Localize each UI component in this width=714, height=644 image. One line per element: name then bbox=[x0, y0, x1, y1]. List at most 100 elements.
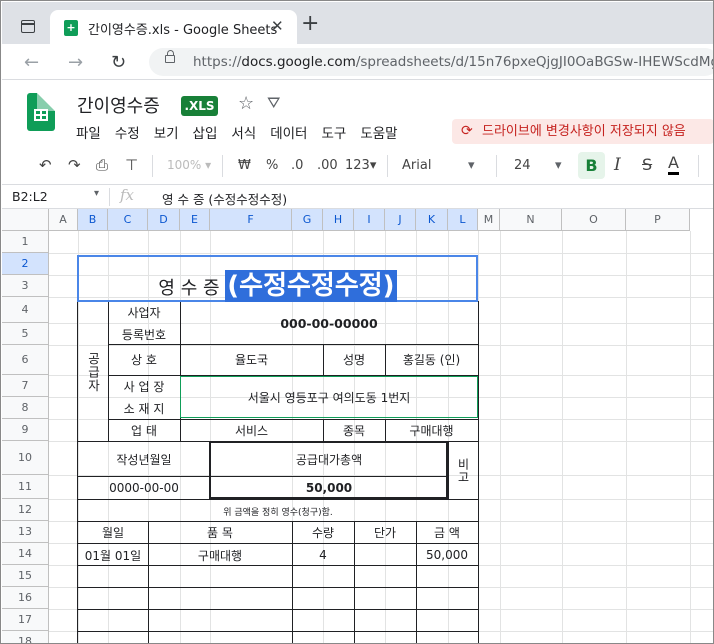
font-size-dropdown-icon[interactable]: ▾ bbox=[555, 158, 562, 173]
document-title[interactable]: 간이영수증 bbox=[77, 92, 160, 118]
column-header-k[interactable]: K bbox=[416, 209, 448, 231]
column-header-g[interactable]: G bbox=[292, 209, 323, 231]
font-size-select[interactable]: 24 bbox=[514, 158, 531, 173]
back-icon[interactable]: ← bbox=[24, 52, 39, 73]
column-header-a[interactable]: A bbox=[49, 209, 78, 231]
star-icon[interactable]: ☆ bbox=[238, 93, 254, 114]
row-header-3[interactable]: 3 bbox=[2, 275, 49, 297]
row-header-9[interactable]: 9 bbox=[2, 419, 49, 441]
percent-button[interactable]: % bbox=[266, 158, 278, 173]
line-item-name[interactable]: 구매대행 bbox=[148, 544, 292, 566]
lock-icon bbox=[165, 50, 175, 63]
column-header-h[interactable]: H bbox=[323, 209, 354, 231]
row-header-15[interactable]: 15 bbox=[2, 565, 49, 587]
reload-icon[interactable]: ↻ bbox=[111, 52, 126, 73]
name-value[interactable]: 홍길동 (인) bbox=[385, 344, 478, 374]
row-header-7[interactable]: 7 bbox=[2, 375, 49, 397]
biz-no-value[interactable]: 000-00-00000 bbox=[180, 302, 478, 344]
table-header-item: 품 목 bbox=[207, 526, 233, 540]
move-to-drive-icon[interactable]: ⛛ bbox=[267, 93, 280, 113]
address-value[interactable]: 서울시 영등포구 여의도동 1번지 bbox=[180, 376, 478, 418]
column-header-c[interactable]: C bbox=[108, 209, 148, 231]
column-header-o[interactable]: O bbox=[562, 209, 626, 231]
italic-button[interactable]: I bbox=[614, 155, 621, 175]
menu-view[interactable]: 보기 bbox=[154, 122, 179, 142]
menu-data[interactable]: 데이터 bbox=[270, 122, 307, 142]
date-value[interactable]: 0000-00-00 bbox=[78, 477, 210, 499]
column-header-b[interactable]: B bbox=[78, 209, 108, 231]
row-header-2[interactable]: 2 bbox=[2, 253, 49, 275]
zoom-select[interactable]: 100% ▾ bbox=[167, 158, 211, 172]
column-header-i[interactable]: I bbox=[354, 209, 385, 231]
item-type-value[interactable]: 구매대행 bbox=[385, 419, 478, 441]
row-header-10[interactable]: 10 bbox=[2, 441, 49, 475]
strikethrough-button[interactable]: S bbox=[642, 155, 652, 174]
select-all-corner[interactable] bbox=[2, 209, 49, 231]
column-header-l[interactable]: L bbox=[448, 209, 478, 231]
redo-icon[interactable]: ↷ bbox=[68, 156, 81, 174]
total-value[interactable]: 50,000 bbox=[210, 477, 448, 499]
row-header-16[interactable]: 16 bbox=[2, 587, 49, 609]
line-item-date[interactable]: 01월 01일 bbox=[78, 544, 148, 566]
column-header-m[interactable]: M bbox=[478, 209, 500, 231]
more-formats-button[interactable]: 123▾ bbox=[345, 158, 376, 173]
column-header-d[interactable]: D bbox=[148, 209, 180, 231]
row-header-4[interactable]: 4 bbox=[2, 297, 49, 323]
date-label: 작성년월일 bbox=[116, 453, 172, 467]
browser-tab[interactable]: + 간이영수증.xls - Google Sheets ✕ bbox=[50, 10, 297, 45]
row-header-13[interactable]: 13 bbox=[2, 521, 49, 543]
print-icon[interactable]: ⎙ bbox=[96, 156, 108, 174]
font-select[interactable]: Arial bbox=[402, 158, 431, 173]
menu-edit[interactable]: 수정 bbox=[115, 122, 140, 142]
forward-icon[interactable]: → bbox=[68, 52, 83, 73]
url-field[interactable]: https://docs.google.com/spreadsheets/d/1… bbox=[149, 48, 714, 76]
menu-file[interactable]: 파일 bbox=[76, 122, 101, 142]
column-header-e[interactable]: E bbox=[180, 209, 210, 231]
row-header-14[interactable]: 14 bbox=[2, 543, 49, 565]
text-color-button[interactable]: A bbox=[668, 153, 679, 175]
tab-close-icon[interactable]: ✕ bbox=[271, 17, 284, 35]
save-warning-banner[interactable]: ⟳ 드라이브에 변경사항이 저장되지 않음 bbox=[452, 119, 713, 144]
window-menu-icon[interactable] bbox=[21, 20, 35, 33]
paint-format-icon[interactable]: ⊤ bbox=[125, 156, 138, 174]
name-box-dropdown-icon[interactable]: ▾ bbox=[94, 188, 99, 199]
row-header-6[interactable]: 6 bbox=[2, 345, 49, 375]
column-header-f[interactable]: F bbox=[210, 209, 292, 231]
new-tab-icon[interactable]: + bbox=[301, 13, 319, 35]
column-header-p[interactable]: P bbox=[626, 209, 690, 231]
row-header-5[interactable]: 5 bbox=[2, 323, 49, 345]
line-item-amount[interactable]: 50,000 bbox=[416, 544, 478, 566]
menu-insert[interactable]: 삽입 bbox=[193, 122, 218, 142]
menu-help[interactable]: 도움말 bbox=[360, 122, 397, 142]
font-dropdown-icon[interactable]: ▾ bbox=[468, 158, 475, 173]
row-header-12[interactable]: 12 bbox=[2, 499, 49, 521]
menu-tools[interactable]: 도구 bbox=[321, 122, 346, 142]
receipt-border bbox=[77, 587, 479, 588]
receipt-title-cell[interactable]: 영 수 증 (수정수정수정) bbox=[77, 255, 478, 302]
file-type-badge: .XLS bbox=[181, 96, 218, 116]
row-header-18[interactable]: 18 bbox=[2, 631, 49, 643]
receipt-title-highlight: (수정수정수정) bbox=[225, 270, 397, 302]
company-value[interactable]: 율도국 bbox=[180, 344, 323, 374]
url-text: https://docs.google.com/spreadsheets/d/1… bbox=[193, 54, 714, 70]
sheets-logo-icon[interactable] bbox=[27, 93, 55, 131]
menu-format[interactable]: 서식 bbox=[231, 122, 256, 142]
column-header-j[interactable]: J bbox=[385, 209, 416, 231]
column-header-n[interactable]: N bbox=[500, 209, 562, 231]
undo-icon[interactable]: ↶ bbox=[39, 156, 52, 174]
decrease-decimal-button[interactable]: .0 bbox=[291, 158, 303, 173]
biz-type-value[interactable]: 서비스 bbox=[180, 419, 323, 441]
line-item-qty[interactable]: 4 bbox=[292, 544, 354, 566]
row-header-8[interactable]: 8 bbox=[2, 397, 49, 419]
line-item-price[interactable] bbox=[354, 544, 416, 566]
currency-button[interactable]: ₩ bbox=[238, 158, 251, 173]
row-header-1[interactable]: 1 bbox=[2, 231, 49, 253]
formula-input[interactable]: 영 수 증 (수정수정수정) bbox=[162, 189, 287, 208]
total-label: 공급대가총액 bbox=[295, 453, 363, 467]
name-box[interactable]: B2:L2 bbox=[12, 189, 48, 204]
row-header-11[interactable]: 11 bbox=[2, 475, 49, 499]
increase-decimal-button[interactable]: .00 bbox=[317, 158, 338, 173]
spreadsheet-grid[interactable]: A B C D E F G H I J K L M N O P 1 2 3 4 5 6 7 8 9 10 11 12 13 14 15 16 1… bbox=[2, 209, 713, 643]
row-header-17[interactable]: 17 bbox=[2, 609, 49, 631]
bold-button[interactable]: B bbox=[578, 152, 605, 179]
